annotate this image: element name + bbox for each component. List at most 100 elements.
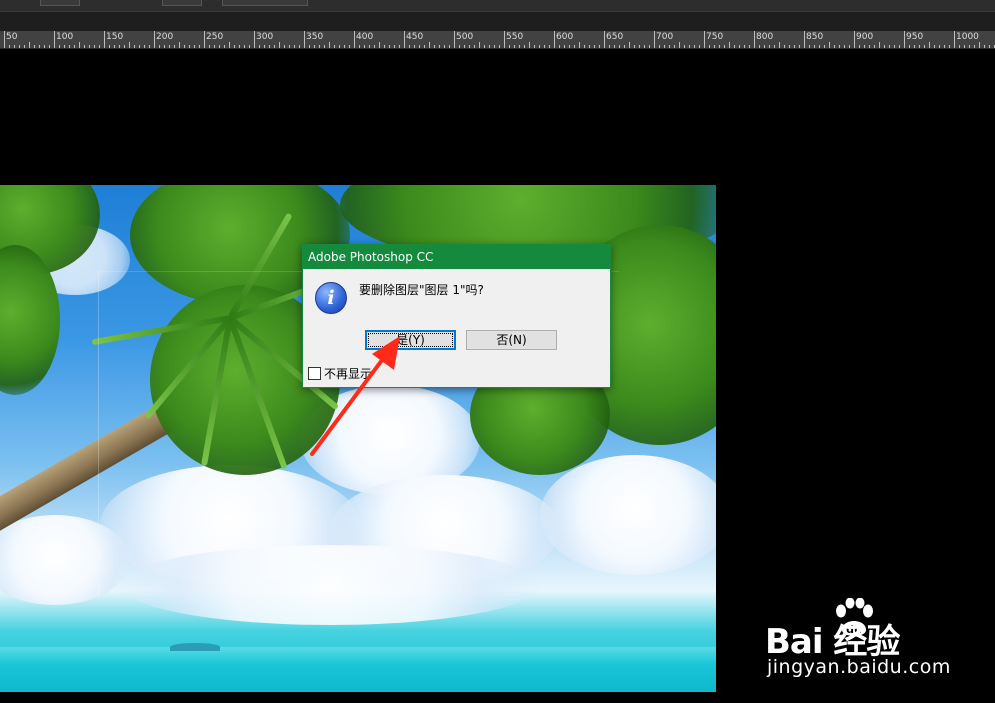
ruler-tick (844, 45, 845, 48)
ruler-tick (884, 45, 885, 48)
ruler-tick (949, 45, 950, 48)
ruler-tick (414, 45, 415, 48)
ruler-tick (454, 31, 455, 48)
ruler-tick (654, 31, 655, 48)
ruler-tick (659, 45, 660, 48)
ruler-tick (724, 45, 725, 48)
ruler-tick (484, 45, 485, 48)
ruler-tick (439, 45, 440, 48)
ruler-tick (14, 45, 15, 48)
options-control[interactable] (162, 0, 202, 6)
ruler-tick (979, 42, 980, 48)
ruler-tick (364, 45, 365, 48)
horizontal-ruler[interactable]: 50 100 150 200 250 300 350 400 450 500 550 600 650 70… (0, 31, 995, 49)
ruler-tick (954, 31, 955, 48)
ruler-tick (339, 45, 340, 48)
ruler-tick (689, 45, 690, 48)
ruler-tick (499, 45, 500, 48)
ruler-tick (824, 45, 825, 48)
ruler-tick (894, 45, 895, 48)
ruler-label: 100 (56, 32, 74, 42)
ruler-tick (194, 45, 195, 48)
ruler-tick (734, 45, 735, 48)
ruler-tick (64, 45, 65, 48)
ruler-tick (489, 45, 490, 48)
ruler-tick (504, 31, 505, 48)
ruler-tick (789, 45, 790, 48)
ruler-tick (299, 45, 300, 48)
options-control[interactable] (222, 0, 308, 6)
ruler-tick (644, 45, 645, 48)
ruler-tick (334, 45, 335, 48)
ruler-tick (854, 31, 855, 48)
ruler-tick (219, 45, 220, 48)
ruler-tick (389, 45, 390, 48)
ruler-tick (289, 45, 290, 48)
ruler-tick (719, 45, 720, 48)
ruler-tick (124, 45, 125, 48)
ruler-tick (934, 45, 935, 48)
ruler-tick (29, 42, 30, 48)
ruler-label: 700 (656, 32, 674, 42)
ruler-tick (354, 31, 355, 48)
ruler-tick (614, 45, 615, 48)
ruler-tick (759, 45, 760, 48)
options-bar (0, 0, 995, 12)
ruler-tick (184, 45, 185, 48)
ruler-tick (384, 45, 385, 48)
ruler-tick (79, 42, 80, 48)
ruler-tick (584, 45, 585, 48)
ruler-label: 650 (606, 32, 624, 42)
ruler-tick (664, 45, 665, 48)
ruler-tick (54, 31, 55, 48)
ruler-tick (224, 45, 225, 48)
ruler-tick (404, 31, 405, 48)
ruler-tick (814, 45, 815, 48)
ruler-tick (379, 42, 380, 48)
ruler-tick (259, 45, 260, 48)
options-control[interactable] (40, 0, 80, 6)
ruler-tick (284, 45, 285, 48)
ruler-label: 300 (256, 32, 274, 42)
ruler-tick (709, 45, 710, 48)
ruler-tick (799, 45, 800, 48)
ruler-tick (89, 45, 90, 48)
ruler-label: 750 (706, 32, 724, 42)
ruler-tick (964, 45, 965, 48)
ruler-tick (274, 45, 275, 48)
ruler-tick (324, 45, 325, 48)
ruler-label: 550 (506, 32, 524, 42)
ruler-tick (294, 45, 295, 48)
ruler-tick (434, 45, 435, 48)
no-button[interactable]: 否(N) (466, 330, 557, 350)
ruler-tick (859, 45, 860, 48)
ruler-tick (494, 45, 495, 48)
ruler-tick (849, 45, 850, 48)
ruler-tick (239, 45, 240, 48)
ruler-label: 450 (406, 32, 424, 42)
ruler-tick (469, 45, 470, 48)
ruler-tick (559, 45, 560, 48)
ruler-tick (649, 45, 650, 48)
ruler-tick (769, 45, 770, 48)
ruler-tick (84, 45, 85, 48)
ruler-tick (599, 45, 600, 48)
ruler-tick (739, 45, 740, 48)
ruler-tick (874, 45, 875, 48)
ruler-tick (839, 45, 840, 48)
ruler-tick (809, 45, 810, 48)
no-button-label: 否(N) (496, 333, 527, 347)
ruler-tick (244, 45, 245, 48)
ruler-tick (269, 45, 270, 48)
ruler-tick (214, 45, 215, 48)
ruler-tick (524, 45, 525, 48)
ruler-label: 250 (206, 32, 224, 42)
ruler-tick (699, 45, 700, 48)
ruler-tick (569, 45, 570, 48)
ruler-tick (869, 45, 870, 48)
ruler-tick (419, 45, 420, 48)
ruler-label: 50 (6, 32, 18, 42)
ruler-tick (49, 45, 50, 48)
ruler-tick (804, 31, 805, 48)
ruler-label: 350 (306, 32, 324, 42)
